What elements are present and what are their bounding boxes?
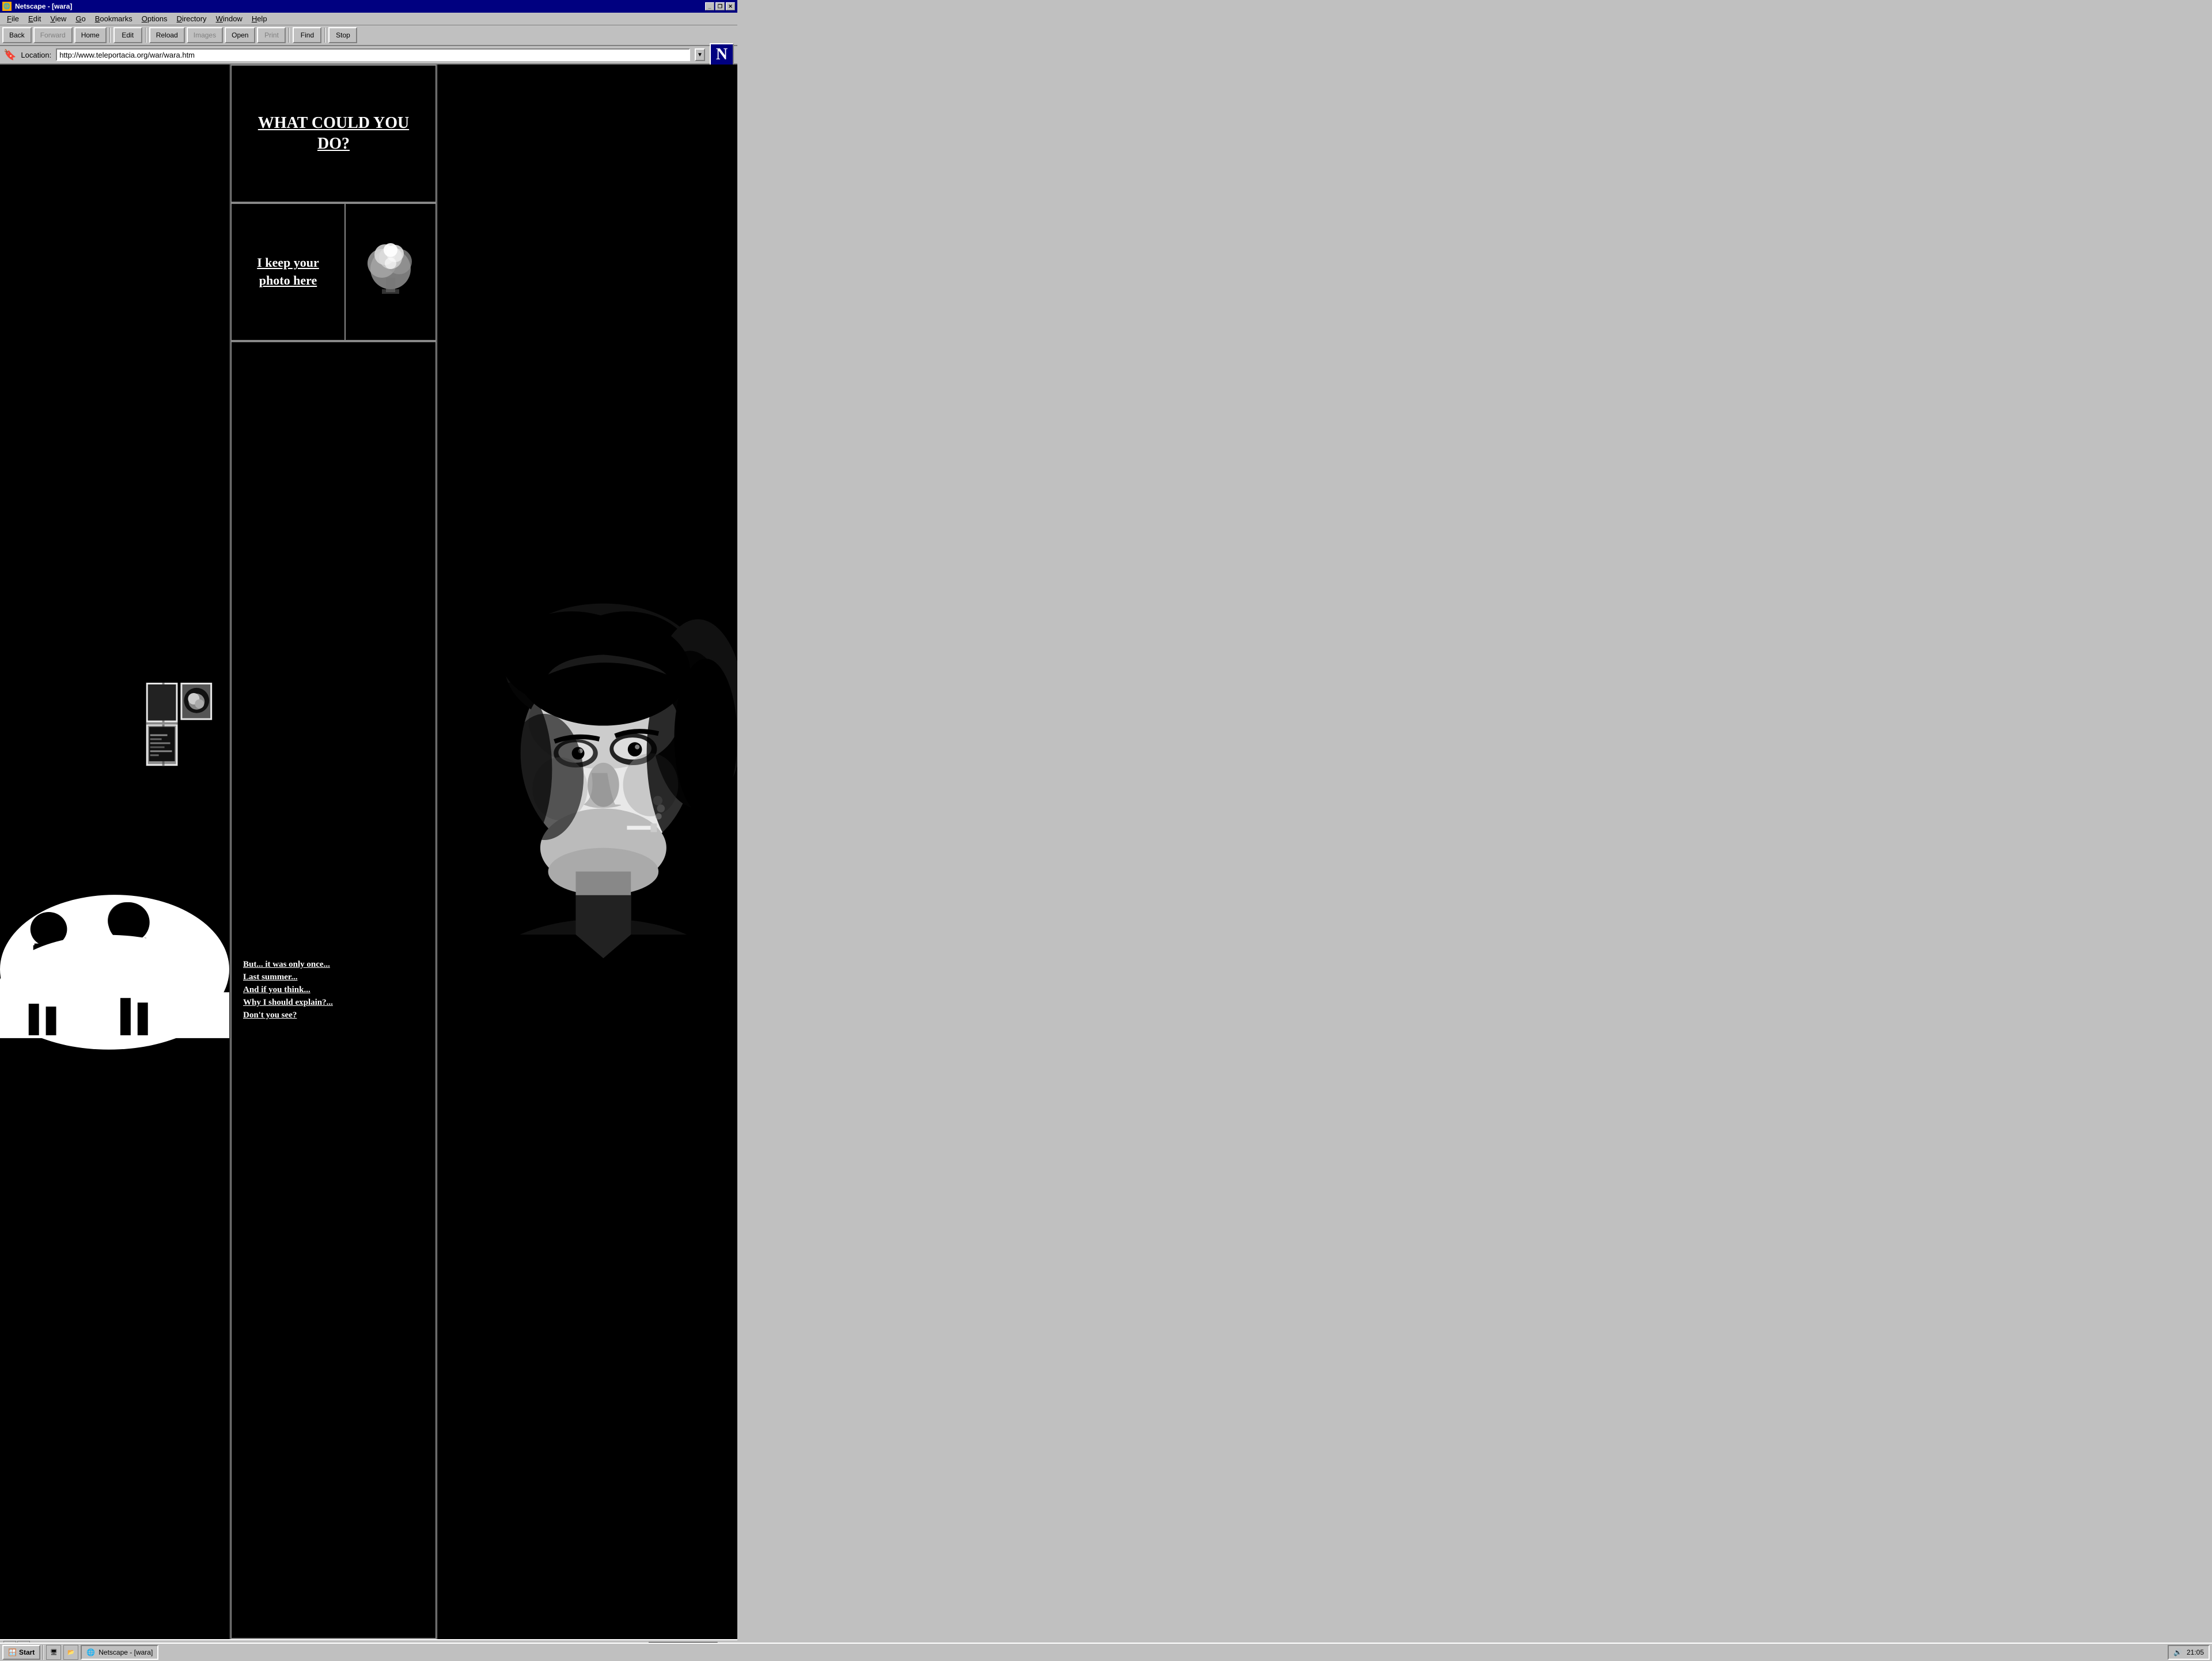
- title-bar: 🌐 Netscape - [wara] _ ❐ ✕: [0, 0, 737, 13]
- title-bar-left: 🌐 Netscape - [wara]: [2, 2, 72, 11]
- main-content: WHAT COULD YOU DO? I keep your photo her…: [0, 65, 737, 1639]
- sound-icon[interactable]: 🔊: [2173, 1648, 2182, 1656]
- menu-help[interactable]: Help: [247, 13, 272, 24]
- stop-button[interactable]: Stop: [328, 27, 357, 43]
- app-icon: 🌐: [2, 2, 12, 11]
- menu-edit[interactable]: Edit: [24, 13, 46, 24]
- window-title: Netscape - [wara]: [15, 2, 72, 10]
- middle-top-section: WHAT COULD YOU DO?: [230, 65, 437, 203]
- menu-go[interactable]: Go: [71, 13, 90, 24]
- middle-panel: WHAT COULD YOU DO? I keep your photo her…: [230, 65, 438, 1639]
- taskbar-item-label: Netscape - [wara]: [99, 1648, 153, 1656]
- grid-right: [346, 204, 435, 340]
- title-bar-controls: _ ❐ ✕: [705, 2, 735, 10]
- menu-window[interactable]: Window: [211, 13, 247, 24]
- location-label: Location:: [21, 51, 51, 59]
- home-button[interactable]: Home: [74, 27, 107, 43]
- taskbar: 🪟 Start 🖥 📂 🌐 Netscape - [wara] 🔊 21:05: [0, 1643, 2212, 1661]
- menu-options[interactable]: Options: [137, 13, 172, 24]
- forward-button[interactable]: Forward: [33, 27, 73, 43]
- location-input[interactable]: [56, 48, 690, 61]
- toolbar-separator-2: [145, 28, 146, 43]
- toolbar-separator-1: [109, 28, 111, 43]
- taskbar-netscape-item[interactable]: 🌐 Netscape - [wara]: [81, 1645, 158, 1660]
- left-panel: [0, 65, 230, 1639]
- taskbar-time: 21:05: [2187, 1648, 2204, 1656]
- taskbar-separator: [43, 1645, 44, 1660]
- close-button[interactable]: ✕: [726, 2, 735, 10]
- menu-file[interactable]: File: [2, 13, 24, 24]
- headline-text: WHAT COULD YOU DO?: [243, 113, 424, 155]
- explosion-art: [356, 237, 425, 307]
- edit-button[interactable]: Edit: [113, 27, 142, 43]
- start-button[interactable]: 🪟 Start: [2, 1645, 40, 1660]
- link-4[interactable]: Why I should explain?...: [243, 998, 424, 1008]
- taskbar-quick-icon-1[interactable]: 🖥: [46, 1645, 61, 1660]
- start-label: Start: [19, 1648, 35, 1656]
- taskbar-item-icon: 🌐: [86, 1648, 95, 1656]
- link-2[interactable]: Last summer...: [243, 973, 424, 982]
- middle-links: But... it was only once... Last summer..…: [230, 341, 437, 1639]
- toolbar-separator-3: [289, 28, 290, 43]
- find-button[interactable]: Find: [293, 27, 321, 43]
- photo-text: I keep your photo here: [243, 254, 333, 290]
- menu-view[interactable]: View: [46, 13, 71, 24]
- minimize-button[interactable]: _: [705, 2, 714, 10]
- menu-bookmarks[interactable]: Bookmarks: [90, 13, 137, 24]
- grid-left: I keep your photo here: [232, 204, 346, 340]
- link-3[interactable]: And if you think...: [243, 985, 424, 995]
- taskbar-quick-icon-2[interactable]: 📂: [63, 1645, 78, 1660]
- toolbar: Back Forward Home Edit Reload Images Ope…: [0, 25, 737, 46]
- location-dropdown[interactable]: ▼: [695, 48, 705, 61]
- webpage: WHAT COULD YOU DO? I keep your photo her…: [0, 65, 737, 1639]
- middle-grid: I keep your photo here: [230, 203, 437, 341]
- right-panel: [438, 65, 737, 1639]
- images-button[interactable]: Images: [187, 27, 223, 43]
- reload-button[interactable]: Reload: [149, 27, 185, 43]
- netscape-logo: N: [710, 43, 734, 66]
- menu-directory[interactable]: Directory: [172, 13, 211, 24]
- print-button[interactable]: Print: [257, 27, 286, 43]
- toolbar-separator-4: [324, 28, 325, 43]
- maximize-button[interactable]: ❐: [715, 2, 725, 10]
- back-button[interactable]: Back: [2, 27, 32, 43]
- start-windows-icon: 🪟: [8, 1648, 17, 1656]
- menu-bar: File Edit View Go Bookmarks Options Dire…: [0, 13, 737, 25]
- link-5[interactable]: Don't you see?: [243, 1011, 424, 1020]
- open-button[interactable]: Open: [225, 27, 255, 43]
- face-art: [438, 65, 737, 1639]
- left-panel-art: [0, 65, 229, 1639]
- taskbar-right: 🔊 21:05: [2168, 1645, 2210, 1660]
- link-1[interactable]: But... it was only once...: [243, 960, 424, 970]
- location-bar: 🔖 Location: ▼ N: [0, 46, 737, 65]
- location-bookmark-icon: 🔖: [3, 49, 16, 61]
